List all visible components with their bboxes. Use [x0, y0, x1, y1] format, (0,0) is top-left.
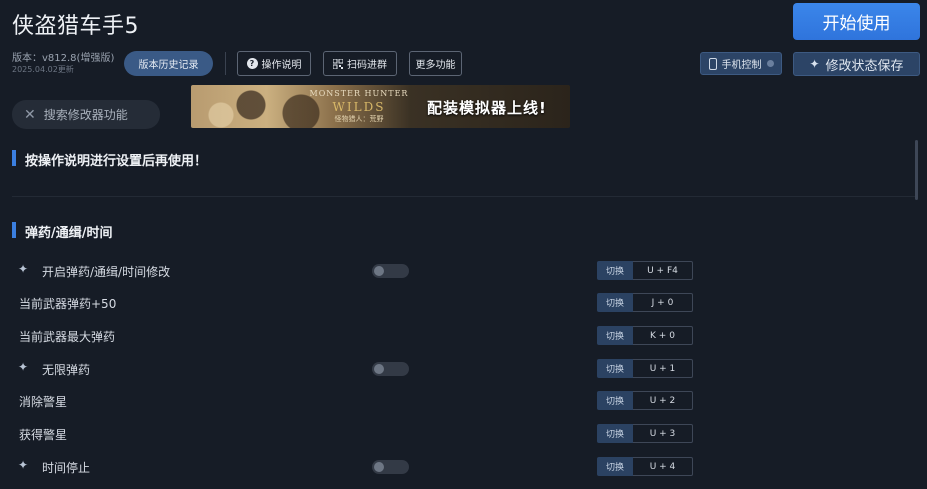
version-history-button[interactable]: 版本历史记录 [124, 51, 213, 76]
banner-promo-text: 配装模拟器上线! [427, 99, 547, 117]
version-info: 版本：v812.8(增强版) 2025.04.02更新 [12, 53, 114, 75]
switch-tag[interactable]: 切换 [597, 261, 633, 280]
cheat-label: 获得警星 [19, 428, 68, 442]
switch-tag[interactable]: 切换 [597, 424, 633, 443]
cheat-row: 当前武器最大弹药 切换 K + 0 [0, 324, 927, 346]
cheat-row: ✦ 无限弹药 切换 U + 1 [0, 357, 927, 379]
notice-text: 按操作说明进行设置后再使用！ [25, 154, 208, 169]
start-button[interactable]: 开始使用 [793, 3, 920, 40]
switch-tag[interactable]: 切换 [597, 359, 633, 378]
version-number: 版本：v812.8(增强版) [12, 53, 115, 64]
section-title: 弹药/通缉/时间 [25, 226, 113, 241]
app-title: 侠盗猎车手5 [12, 14, 139, 39]
cheat-row: ✦ 开启弹药/通缉/时间修改 切换 U + F4 [0, 259, 927, 281]
cheat-label: 无限弹药 [42, 363, 91, 377]
question-icon: ? [246, 58, 258, 69]
hotkey-control[interactable]: 切换 U + 2 [597, 391, 693, 410]
scrollbar-thumb[interactable] [915, 140, 918, 200]
promo-banner[interactable]: MONSTER HUNTER WILDS 怪物猎人：荒野 配装模拟器上线! [191, 85, 570, 128]
search-input[interactable] [43, 107, 154, 122]
close-icon[interactable]: ✕ [24, 107, 36, 123]
cheat-row: 当前武器弹药+50 切换 J + 0 [0, 291, 927, 313]
hotkey-control[interactable]: 切换 U + 4 [597, 457, 693, 476]
toolbar-divider [225, 52, 226, 75]
phone-icon [708, 57, 717, 70]
cheat-toggle[interactable] [372, 264, 409, 278]
section-divider [12, 196, 915, 197]
search-bar[interactable]: ✕ [12, 100, 160, 129]
guide-button[interactable]: ? 操作说明 [237, 51, 311, 76]
qr-code-icon [333, 58, 343, 69]
cheat-label: 时间停止 [42, 461, 91, 475]
hotkey-value[interactable]: U + 4 [633, 457, 693, 476]
hotkey-value[interactable]: U + 1 [633, 359, 693, 378]
phone-control-label: 手机控制 [721, 60, 762, 71]
cheat-label: 开启弹药/通缉/时间修改 [42, 265, 171, 279]
banner-game-title: MONSTER HUNTER [309, 89, 409, 98]
switch-tag[interactable]: 切换 [597, 326, 633, 345]
hotkey-control[interactable]: 切换 U + 1 [597, 359, 693, 378]
section-accent-bar [12, 222, 16, 238]
guide-button-label: 操作说明 [261, 60, 302, 71]
toggle-knob [374, 462, 384, 472]
cheat-label: 当前武器最大弹药 [19, 330, 116, 344]
hotkey-control[interactable]: 切换 J + 0 [597, 293, 693, 312]
hotkey-control[interactable]: 切换 K + 0 [597, 326, 693, 345]
cheat-row: ✦ 时间停止 切换 U + 4 [0, 455, 927, 477]
scan-group-button[interactable]: 扫码进群 [323, 51, 397, 76]
switch-tag[interactable]: 切换 [597, 293, 633, 312]
hotkey-value[interactable]: U + F4 [633, 261, 693, 280]
phone-control-button[interactable]: 手机控制 [700, 52, 782, 75]
toggle-knob [374, 364, 384, 374]
cheat-toggle[interactable] [372, 460, 409, 474]
switch-tag[interactable]: 切换 [597, 457, 633, 476]
status-dot-icon [766, 60, 774, 67]
cheat-label: 当前武器弹药+50 [19, 297, 117, 311]
scan-group-label: 扫码进群 [347, 60, 387, 71]
cheat-row: 消除警星 切换 U + 2 [0, 389, 927, 411]
banner-game-caption: 怪物猎人：荒野 [334, 115, 384, 123]
switch-tag[interactable]: 切换 [597, 391, 633, 410]
banner-game-subtitle: WILDS [332, 100, 386, 114]
toggle-knob [374, 266, 384, 276]
cheat-toggle[interactable] [372, 362, 409, 376]
cheat-row: 获得警星 切换 U + 3 [0, 422, 927, 444]
save-state-label: 修改状态保存 [825, 58, 904, 74]
version-date: 2025.04.02更新 [12, 65, 74, 74]
cheat-label: 消除警星 [19, 395, 68, 409]
sparkle-icon: ✦ [809, 57, 820, 71]
hotkey-value[interactable]: K + 0 [633, 326, 693, 345]
more-features-button[interactable]: 更多功能 [409, 51, 462, 76]
hotkey-value[interactable]: J + 0 [633, 293, 693, 312]
sparkle-icon: ✦ [18, 360, 29, 374]
hotkey-value[interactable]: U + 3 [633, 424, 693, 443]
hotkey-control[interactable]: 切换 U + 3 [597, 424, 693, 443]
notice-accent-bar [12, 150, 16, 166]
hotkey-value[interactable]: U + 2 [633, 391, 693, 410]
sparkle-icon: ✦ [18, 262, 29, 276]
hotkey-control[interactable]: 切换 U + F4 [597, 261, 693, 280]
sparkle-icon: ✦ [18, 458, 29, 472]
save-state-button[interactable]: ✦ 修改状态保存 [793, 52, 920, 76]
